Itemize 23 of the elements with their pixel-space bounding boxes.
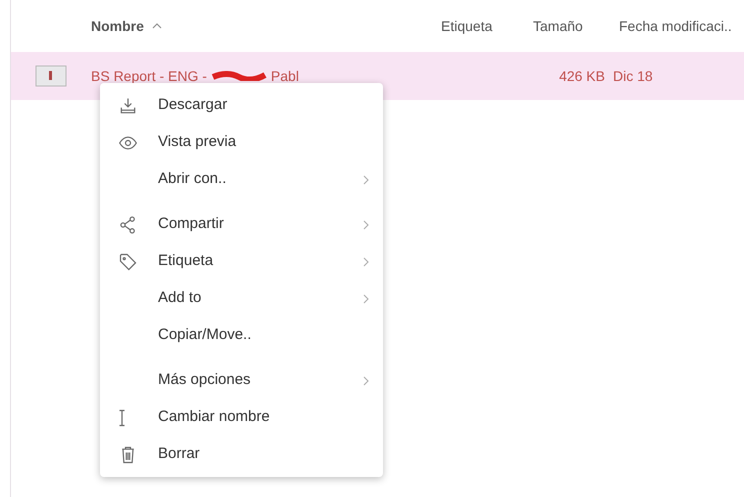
file-name: BS Report - ENG - bbox=[91, 66, 207, 86]
menu-item[interactable]: Compartir bbox=[100, 206, 383, 243]
column-header[interactable]: Etiqueta bbox=[441, 16, 533, 36]
column-header[interactable]: Nombre bbox=[91, 16, 144, 36]
menu-item[interactable]: Abrir con.. bbox=[100, 161, 383, 198]
menu-item[interactable]: Etiqueta bbox=[100, 243, 383, 280]
file-icon bbox=[35, 65, 67, 87]
menu-item[interactable]: Vista previa bbox=[100, 124, 383, 161]
column-header[interactable]: Fecha modificaci.. bbox=[619, 16, 744, 36]
tag-icon bbox=[118, 252, 138, 272]
text-cursor-icon bbox=[118, 408, 126, 428]
file-name: Pabl bbox=[270, 66, 299, 86]
menu-item[interactable]: Add to bbox=[100, 280, 383, 317]
column-header[interactable]: Tamaño bbox=[533, 16, 619, 36]
file-date: Dic 18 bbox=[613, 66, 654, 86]
share-icon bbox=[118, 214, 138, 234]
menu-item[interactable]: Copiar/Move.. bbox=[100, 317, 383, 354]
menu-item[interactable]: Más opciones bbox=[100, 362, 383, 399]
menu-item[interactable]: Cambiar nombre bbox=[100, 399, 383, 436]
file-size: 426 KB bbox=[558, 66, 606, 86]
redaction-mark bbox=[210, 71, 267, 81]
menu-item[interactable]: Borrar bbox=[100, 436, 383, 473]
download-icon bbox=[118, 96, 138, 116]
